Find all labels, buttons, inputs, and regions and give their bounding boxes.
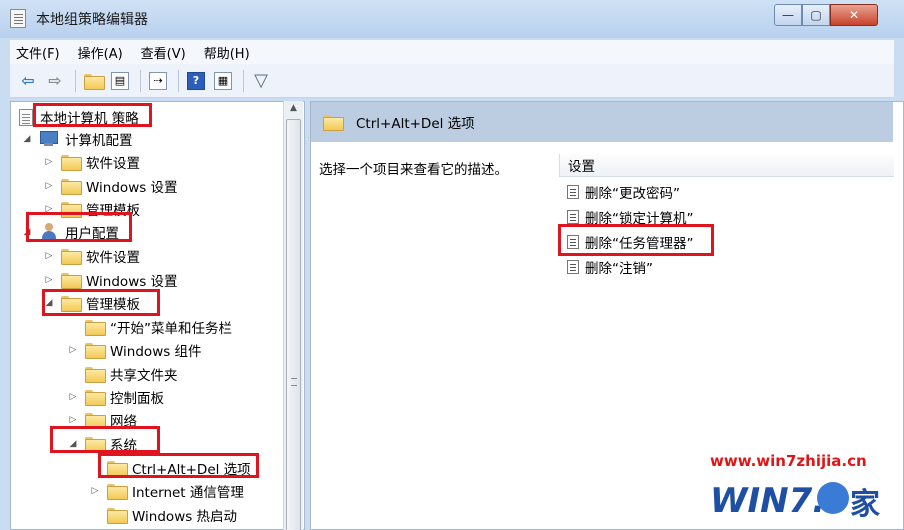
tree-item-control-panel[interactable]: ▷ 控制面板 — [67, 386, 164, 408]
tree-scrollbar[interactable]: ▲ — [283, 101, 303, 530]
folder-icon — [323, 115, 344, 131]
tree-item-label: Windows 热启动 — [132, 509, 238, 525]
toolbar: ⇦ ⇨ ▤ ⇢ ? ▦ ▽ — [10, 64, 894, 98]
scrollbar-thumb[interactable] — [286, 119, 301, 530]
expand-arrow-icon[interactable]: ▷ — [67, 392, 79, 402]
tree-item-windows-components[interactable]: ▷ Windows 组件 — [67, 339, 202, 361]
tree-item-internet-comm[interactable]: ▷ Internet 通信管理 — [89, 480, 244, 502]
toolbar-separator — [178, 69, 179, 92]
menu-help[interactable]: 帮助(H) — [204, 43, 250, 62]
folder-icon — [61, 273, 82, 289]
toolbar-separator — [140, 69, 141, 92]
folder-icon — [107, 484, 128, 500]
tree-item-label: Internet 通信管理 — [132, 485, 244, 501]
policy-setting-icon — [567, 185, 579, 199]
export-list-icon[interactable]: ⇢ — [146, 69, 170, 93]
menu-view[interactable]: 查看(V) — [141, 43, 186, 62]
minimize-button[interactable]: — — [774, 4, 802, 26]
setting-remove-change-password[interactable]: 删除“更改密码” — [567, 181, 680, 203]
title-bar: 本地组策略编辑器 — ▢ ✕ — [0, 0, 904, 38]
tree-item-label: “开始”菜单和任务栏 — [110, 321, 232, 337]
show-hide-tree-icon[interactable]: ▤ — [108, 69, 132, 93]
window-title: 本地组策略编辑器 — [36, 12, 148, 28]
forward-arrow-icon[interactable]: ⇨ — [43, 69, 67, 93]
tree-item-label: Windows 组件 — [110, 344, 202, 360]
tree-item-windows-hotstart[interactable]: Windows 热启动 — [89, 504, 237, 526]
help-icon[interactable]: ? — [184, 69, 208, 93]
tree-item-label: 控制面板 — [110, 391, 164, 407]
collapse-arrow-icon[interactable]: ◢ — [21, 134, 33, 144]
toolbar-separator — [75, 69, 76, 92]
highlight-box-root — [33, 103, 152, 127]
folder-icon — [85, 343, 106, 359]
close-button[interactable]: ✕ — [830, 4, 878, 26]
expand-arrow-icon[interactable]: ▷ — [43, 275, 55, 285]
details-header: Ctrl+Alt+Del 选项 — [311, 102, 893, 142]
tree-item-label: 共享文件夹 — [110, 368, 178, 384]
policy-setting-icon — [567, 210, 579, 224]
tree-item-user-windows[interactable]: ▷ Windows 设置 — [43, 269, 178, 291]
highlight-box-user-config — [26, 212, 132, 242]
expand-arrow-icon[interactable]: ▷ — [43, 181, 55, 191]
tree-item-start-menu[interactable]: “开始”菜单和任务栏 — [67, 316, 232, 338]
tree-item-computer-windows[interactable]: ▷ Windows 设置 — [43, 175, 178, 197]
tree-item-shared-folders[interactable]: 共享文件夹 — [67, 363, 178, 385]
maximize-button[interactable]: ▢ — [802, 4, 830, 26]
settings-column-header[interactable]: 设置 — [559, 154, 894, 177]
expand-arrow-icon[interactable]: ▷ — [89, 486, 101, 496]
folder-icon — [85, 367, 106, 383]
menu-file[interactable]: 文件(F) — [16, 43, 60, 62]
folder-icon — [85, 413, 106, 429]
windows-orb-icon — [817, 482, 849, 514]
folder-icon — [85, 390, 106, 406]
scroll-up-arrow-icon[interactable]: ▲ — [284, 103, 303, 119]
properties-icon[interactable]: ▦ — [211, 69, 235, 93]
details-header-title: Ctrl+Alt+Del 选项 — [356, 116, 475, 132]
folder-icon — [61, 155, 82, 171]
policy-setting-icon — [567, 260, 579, 274]
tree-item-label: 软件设置 — [86, 156, 140, 172]
expand-arrow-icon[interactable]: ▷ — [43, 157, 55, 167]
folder-icon — [61, 179, 82, 195]
menu-action[interactable]: 操作(A) — [78, 43, 123, 62]
description-text: 选择一个项目来查看它的描述。 — [319, 162, 508, 178]
policy-document-icon — [19, 108, 33, 126]
tree-item-user-software[interactable]: ▷ 软件设置 — [43, 245, 140, 267]
tree-item-computer-config[interactable]: ◢ 计算机配置 — [21, 128, 133, 150]
folder-icon — [85, 320, 106, 336]
highlight-box-task-manager — [558, 224, 714, 256]
tree-item-label: 计算机配置 — [65, 133, 133, 149]
expand-arrow-icon[interactable]: ▷ — [67, 415, 79, 425]
folder-icon — [61, 249, 82, 265]
watermark-url: www.win7zhijia.cn — [710, 452, 867, 470]
gpedit-app-icon — [10, 9, 26, 28]
watermark-logo-cn: 家 — [850, 487, 880, 522]
highlight-box-ctrl-alt-del — [98, 453, 259, 478]
expand-arrow-icon[interactable]: ▷ — [43, 251, 55, 261]
tree-item-computer-software[interactable]: ▷ 软件设置 — [43, 151, 140, 173]
back-arrow-icon[interactable]: ⇦ — [16, 69, 40, 93]
toolbar-separator — [243, 69, 244, 92]
filter-icon[interactable]: ▽ — [249, 69, 273, 93]
computer-icon — [39, 131, 59, 147]
setting-remove-logoff[interactable]: 删除“注销” — [567, 256, 653, 278]
watermark-logo-text: WIN7. — [710, 481, 825, 521]
watermark-logo: WIN7. 家 — [710, 481, 880, 522]
folder-icon — [107, 508, 128, 524]
tree-item-label: Windows 设置 — [86, 274, 178, 290]
setting-label: 删除“注销” — [585, 261, 653, 277]
setting-label: 删除“更改密码” — [585, 186, 680, 202]
tree-item-label: Windows 设置 — [86, 180, 178, 196]
menu-bar: 文件(F) 操作(A) 查看(V) 帮助(H) — [10, 40, 894, 64]
scrollbar-grip-icon — [291, 378, 297, 386]
highlight-box-admin — [42, 289, 160, 316]
tree-item-label: 软件设置 — [86, 250, 140, 266]
expand-arrow-icon[interactable]: ▷ — [67, 345, 79, 355]
up-folder-icon[interactable] — [81, 69, 105, 93]
highlight-box-system — [50, 426, 160, 453]
